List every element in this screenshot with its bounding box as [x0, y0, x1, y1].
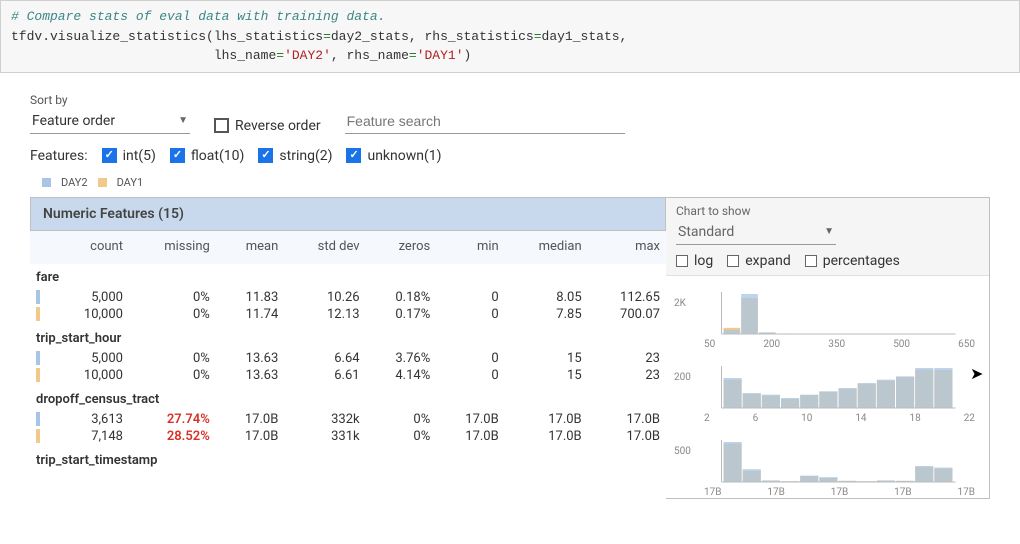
checkbox-icon — [102, 148, 117, 163]
checkbox-icon — [676, 255, 688, 267]
histogram-chart[interactable]: 200 — [674, 364, 981, 412]
table-row: 3,61327.74%17.0B332k0%17.0B17.0B17.0B — [30, 411, 666, 428]
histogram-chart[interactable]: 2K — [674, 290, 981, 338]
stats-table: count missing mean std dev zeros min med… — [30, 231, 666, 472]
col-min[interactable]: min — [436, 231, 504, 264]
filter-int[interactable]: int(5) — [102, 148, 156, 164]
histogram-chart[interactable]: 500 — [674, 438, 981, 486]
series-indicator-day2 — [36, 351, 40, 365]
feature-name-row[interactable]: fare — [30, 264, 666, 289]
feature-name-row[interactable]: trip_start_timestamp — [30, 447, 666, 472]
checkbox-icon — [346, 148, 361, 163]
col-missing[interactable]: missing — [129, 231, 216, 264]
series-indicator-day1 — [36, 307, 40, 321]
series-indicator-day2 — [36, 412, 40, 426]
reverse-order-checkbox[interactable]: Reverse order — [214, 118, 321, 134]
code-comment: # Compare stats of eval data with traini… — [11, 9, 385, 24]
sort-by-label: Sort by — [30, 93, 190, 107]
feature-name-row[interactable]: trip_start_hour — [30, 325, 666, 350]
chart-to-show-label: Chart to show — [676, 204, 979, 218]
table-row: 5,0000%13.636.643.76%01523 — [30, 350, 666, 367]
col-std[interactable]: std dev — [284, 231, 365, 264]
code-cell: # Compare stats of eval data with traini… — [0, 0, 1020, 73]
feature-name-row[interactable]: dropoff_census_tract — [30, 386, 666, 411]
sort-by-select[interactable]: Feature order ▼ — [30, 109, 190, 134]
chevron-down-icon: ▼ — [178, 115, 188, 126]
feature-search-input[interactable] — [345, 109, 625, 134]
legend-swatch-day1 — [98, 178, 107, 187]
checkbox-icon — [727, 255, 739, 267]
chart-opt-expand[interactable]: expand — [727, 253, 790, 269]
legend-swatch-day2 — [42, 178, 51, 187]
checkbox-icon — [214, 118, 229, 133]
col-mean[interactable]: mean — [216, 231, 284, 264]
table-row: 10,0000%11.7412.130.17%07.85700.07 — [30, 306, 666, 325]
col-max[interactable]: max — [588, 231, 666, 264]
features-label: Features: — [30, 148, 88, 164]
visualization-output: Sort by Feature order ▼ Reverse order Fe… — [30, 93, 990, 499]
checkbox-icon — [170, 148, 185, 163]
col-count[interactable]: count — [52, 231, 129, 264]
series-indicator-day1 — [36, 368, 40, 382]
table-row: 5,0000%11.8310.260.18%08.05112.65 — [30, 289, 666, 306]
filter-unknown[interactable]: unknown(1) — [346, 148, 441, 164]
chart-opt-log[interactable]: log — [676, 253, 713, 269]
table-row: 10,0000%13.636.614.14%01523 — [30, 367, 666, 386]
chevron-down-icon: ▼ — [824, 226, 834, 237]
table-section-header[interactable]: Numeric Features (15) — [30, 197, 666, 231]
table-row: 7,14828.52%17.0B331k0%17.0B17.0B17.0B — [30, 428, 666, 447]
checkbox-icon — [805, 255, 817, 267]
filter-string[interactable]: string(2) — [258, 148, 332, 164]
col-zeros[interactable]: zeros — [366, 231, 437, 264]
filter-float[interactable]: float(10) — [170, 148, 245, 164]
checkbox-icon — [258, 148, 273, 163]
series-indicator-day2 — [36, 290, 40, 304]
chart-type-select[interactable]: Standard ▼ — [676, 220, 836, 245]
col-median[interactable]: median — [505, 231, 588, 264]
series-indicator-day1 — [36, 429, 40, 443]
chart-opt-percentages[interactable]: percentages — [805, 253, 900, 269]
